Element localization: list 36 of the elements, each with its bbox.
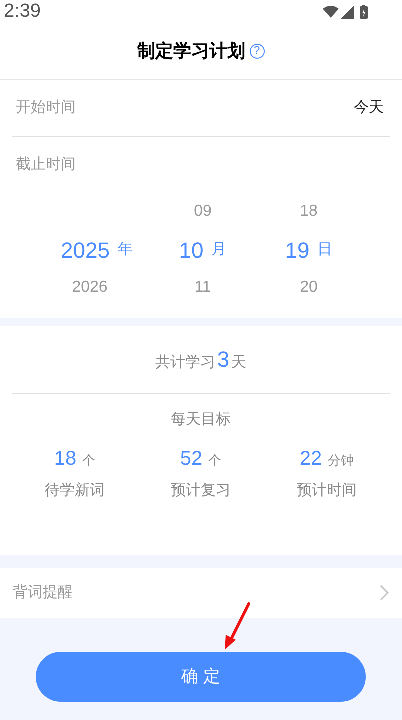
picker-unit: 年 <box>118 240 133 260</box>
confirm-button[interactable]: 确 定 <box>36 652 366 702</box>
stat-label: 预计时间 <box>297 481 357 501</box>
picker-unit: 日 <box>318 240 333 260</box>
picker-value[interactable]: 18 <box>300 200 318 224</box>
start-time-label: 开始时间 <box>16 98 76 118</box>
signal-icon <box>341 6 354 18</box>
stat-unit: 个 <box>82 452 96 470</box>
stat-label: 预计复习 <box>171 481 231 501</box>
status-time: 2:39 <box>4 0 41 24</box>
picker-value[interactable]: 19 <box>285 234 310 266</box>
picker-value[interactable]: 11 <box>194 276 212 300</box>
picker-value[interactable]: 10 <box>179 234 204 266</box>
picker-value[interactable]: 09 <box>194 200 212 224</box>
end-time-label: 截止时间 <box>16 154 76 175</box>
annotation-arrow <box>222 602 252 652</box>
picker-value[interactable]: 2026 <box>72 276 108 300</box>
picker-unit: 月 <box>212 240 227 260</box>
study-days-text: 共计学习 3天 <box>155 346 247 374</box>
stat-unit: 分钟 <box>328 452 354 470</box>
reminder-label: 背词提醒 <box>13 582 73 603</box>
wifi-icon <box>323 6 339 18</box>
picker-value[interactable]: 20 <box>300 276 318 300</box>
page-title: 制定学习计划 <box>138 40 246 63</box>
stat-unit: 个 <box>208 452 222 470</box>
chevron-right-icon <box>380 585 389 601</box>
picker-value[interactable]: 2025 <box>61 234 110 266</box>
help-icon[interactable]: ? <box>250 44 264 59</box>
stat-label: 待学新词 <box>45 481 105 501</box>
daily-goal-title: 每天目标 <box>171 410 231 430</box>
stat-value: 52 <box>180 447 203 472</box>
stat-value: 18 <box>54 447 77 472</box>
stat-value: 22 <box>300 447 322 472</box>
reminder-row[interactable]: 背词提醒 <box>0 568 402 618</box>
start-time-value[interactable]: 今天 <box>354 96 384 120</box>
battery-icon <box>360 5 368 19</box>
